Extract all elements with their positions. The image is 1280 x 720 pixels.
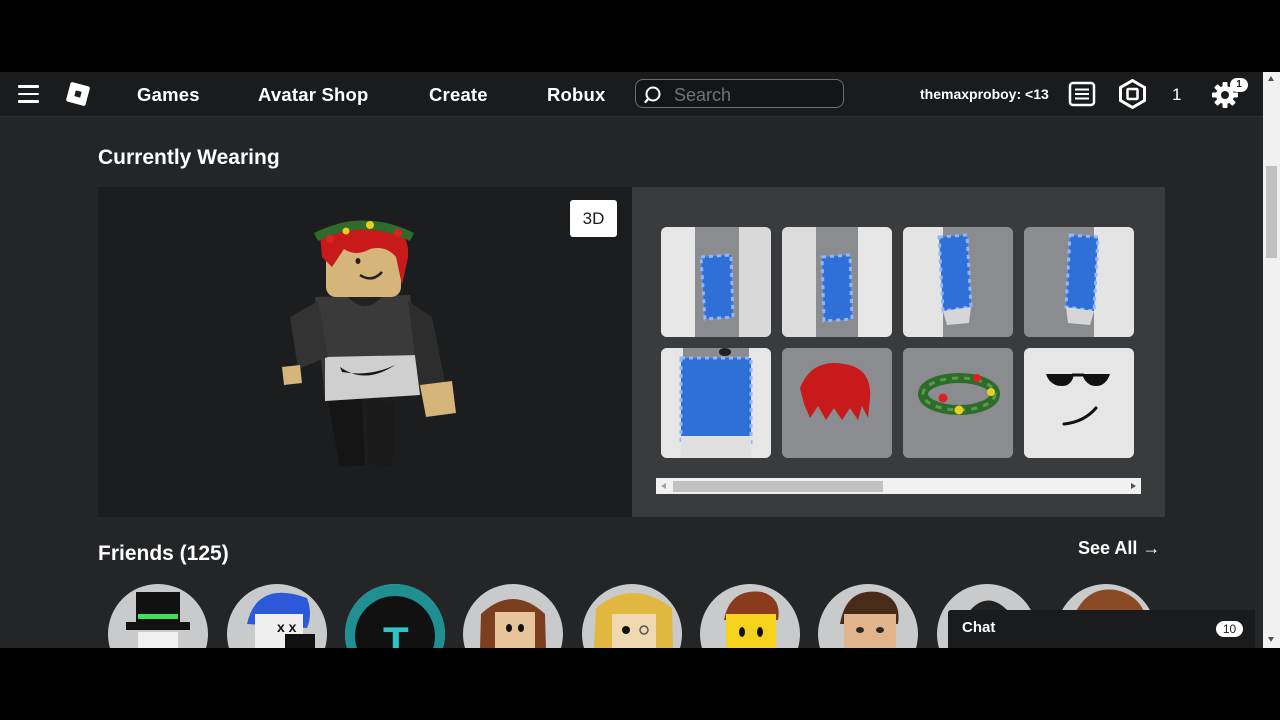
top-navigation: Games Avatar Shop Create Robux themaxpro… [0,72,1263,117]
item-thumbnail [1024,348,1134,458]
nav-avatar-shop-link[interactable]: Avatar Shop [258,84,368,106]
item-thumbnail [903,348,1013,458]
messages-list-icon[interactable] [1068,81,1096,107]
friend-avatar-image [480,599,546,648]
item-left-arm-shirt[interactable] [661,227,771,337]
nav-games-link[interactable]: Games [137,84,200,106]
wearing-items-panel [632,187,1165,517]
viewport: Games Avatar Shop Create Robux themaxpro… [0,72,1280,648]
see-all-link[interactable]: See All → [1078,538,1160,559]
item-right-sleeve[interactable] [1024,227,1134,337]
settings-notification-badge: 1 [1230,78,1248,92]
scrollbar-thumb[interactable] [1266,166,1277,258]
friend-avatar-image: x x [247,592,315,648]
item-thumbnail [782,227,892,337]
hamburger-menu-icon[interactable] [18,85,39,103]
scrollbar-thumb[interactable] [673,481,883,492]
item-thumbnail [661,227,771,337]
avatar-preview-panel: 3D [98,187,632,517]
chat-unread-badge: 10 [1216,621,1243,637]
nav-robux-link[interactable]: Robux [547,84,606,106]
friends-title: Friends (125) [98,542,229,565]
item-torso-shirt[interactable] [661,348,771,458]
item-thumbnail [782,348,892,458]
chat-bar[interactable]: Chat 10 [948,610,1255,648]
item-red-hair[interactable] [782,348,892,458]
svg-text:x x: x x [277,619,297,635]
friend-avatar-image [593,593,674,648]
page-vertical-scrollbar[interactable] [1263,72,1280,648]
scroll-right-arrow-icon[interactable] [1131,483,1136,489]
item-sunglasses-smile-face[interactable] [1024,348,1134,458]
friend-avatar-3[interactable]: T [345,584,445,648]
friend-avatar-7[interactable] [818,584,918,648]
item-left-sleeve[interactable] [903,227,1013,337]
scroll-up-arrow-icon[interactable] [1268,76,1274,81]
friend-avatar-6[interactable] [700,584,800,648]
friend-avatar-2[interactable]: x x [227,584,327,648]
search-input[interactable] [672,83,841,107]
friend-avatar-5[interactable] [582,584,682,648]
friend-avatar-image [724,591,779,648]
nav-create-link[interactable]: Create [429,84,488,106]
robux-icon[interactable] [1118,79,1147,109]
search-icon [644,86,661,104]
item-thumbnail [1024,227,1134,337]
friend-avatar-image [126,592,190,648]
item-holly-wreath-crown[interactable] [903,348,1013,458]
avatar-3d-figure[interactable] [270,217,470,477]
arrow-right-icon: → [1142,538,1161,558]
friend-avatar-image [840,591,899,648]
chat-label: Chat [962,619,996,636]
username-label[interactable]: themaxproboy: <13 [920,86,1049,102]
items-horizontal-scrollbar[interactable] [656,478,1141,494]
toggle-3d-button[interactable]: 3D [570,200,617,237]
friend-avatar-image: T [345,584,445,648]
item-right-arm-shirt[interactable] [782,227,892,337]
see-all-label: See All [1078,538,1138,558]
item-thumbnail [661,348,771,458]
scroll-left-arrow-icon[interactable] [661,483,666,489]
item-thumbnail [903,227,1013,337]
currently-wearing-title: Currently Wearing [98,146,280,169]
robux-count: 1 [1172,85,1182,104]
friend-avatar-1[interactable] [108,584,208,648]
friend-avatar-4[interactable] [463,584,563,648]
svg-text:T: T [383,618,409,648]
scroll-down-arrow-icon[interactable] [1268,637,1274,642]
roblox-logo-icon[interactable] [65,81,91,107]
search-box[interactable] [635,79,844,108]
